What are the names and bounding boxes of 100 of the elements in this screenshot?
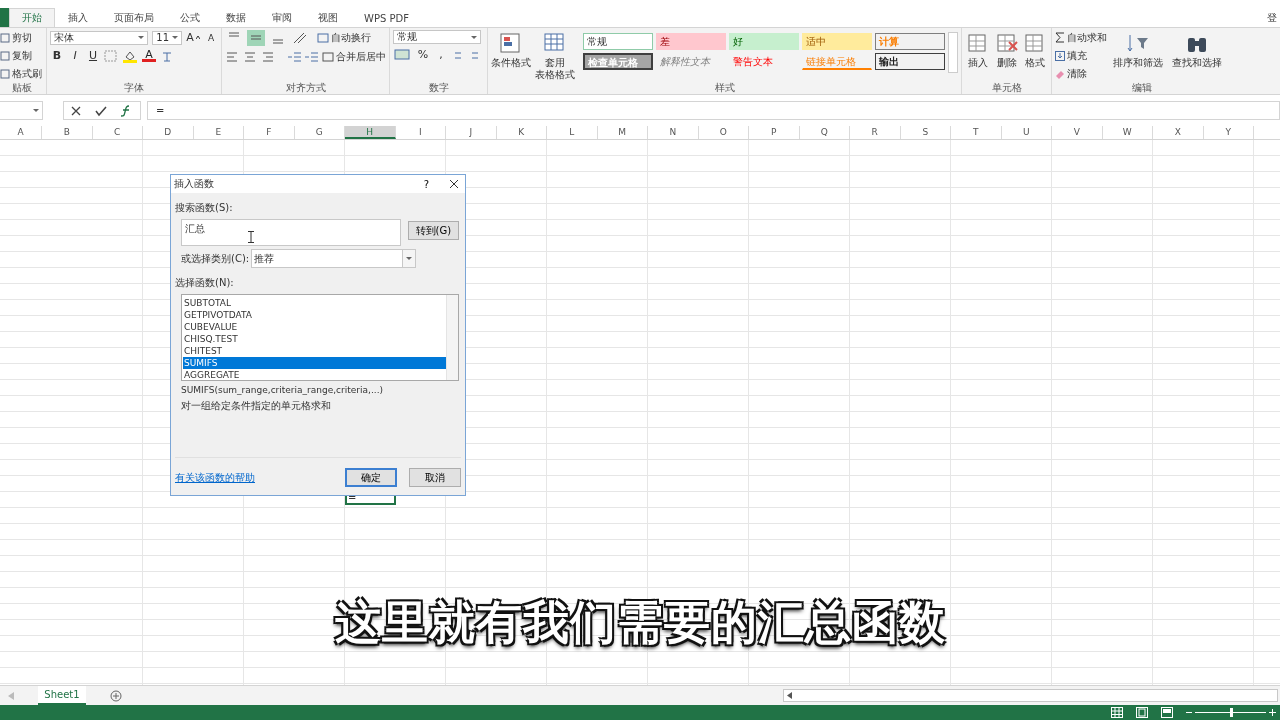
- list-scrollbar[interactable]: [446, 295, 458, 380]
- cell-style-option[interactable]: 常规: [582, 33, 653, 50]
- comma-button[interactable]: ,: [433, 47, 448, 62]
- add-sheet-icon[interactable]: [110, 689, 122, 702]
- column-header[interactable]: C: [92, 126, 143, 139]
- zoom-thumb[interactable]: [1229, 708, 1233, 717]
- grow-font-button[interactable]: A: [186, 30, 200, 45]
- column-header[interactable]: O: [698, 126, 749, 139]
- help-link[interactable]: 有关该函数的帮助: [175, 470, 255, 485]
- column-header[interactable]: K: [496, 126, 547, 139]
- cells-button[interactable]: 删除: [993, 30, 1020, 69]
- cell-style-option[interactable]: 适中: [801, 33, 872, 50]
- close-icon[interactable]: [449, 179, 459, 189]
- column-header[interactable]: J: [446, 126, 497, 139]
- conditional-format-button[interactable]: 条件格式: [491, 30, 532, 69]
- column-header[interactable]: L: [547, 126, 598, 139]
- column-header[interactable]: E: [193, 126, 244, 139]
- ok-button[interactable]: 确定: [345, 468, 397, 487]
- vertical-align-icon[interactable]: [247, 30, 265, 46]
- clipboard-button[interactable]: 格式刷: [0, 66, 43, 81]
- normal-view-icon[interactable]: [1111, 707, 1123, 718]
- font-size-field[interactable]: 11: [152, 30, 182, 45]
- function-item[interactable]: CHISQ.TEST: [183, 333, 446, 345]
- field-label: 选择函数(N):: [175, 276, 235, 290]
- ribbon-tab[interactable]: 审阅: [259, 8, 305, 27]
- underline-button[interactable]: U: [86, 48, 100, 63]
- horizontal-scrollbar[interactable]: [783, 689, 1278, 702]
- function-item[interactable]: CHITEST: [183, 345, 446, 357]
- ribbon-tab[interactable]: 公式: [167, 8, 213, 27]
- column-header[interactable]: V: [1052, 126, 1103, 139]
- table-format-button[interactable]: 套用 表格格式: [534, 30, 576, 81]
- column-header[interactable]: S: [900, 126, 951, 139]
- cell-style-option[interactable]: 警告文本: [728, 53, 799, 70]
- column-header[interactable]: U: [1001, 126, 1052, 139]
- italic-button[interactable]: I: [68, 48, 82, 63]
- formula-field[interactable]: =: [147, 101, 1280, 120]
- column-header[interactable]: M: [597, 126, 648, 139]
- function-item[interactable]: SUMIFS: [183, 357, 446, 369]
- column-header[interactable]: Y: [1203, 126, 1254, 139]
- number-format-field[interactable]: 常规: [393, 30, 481, 44]
- zoom-slider[interactable]: [1186, 707, 1276, 718]
- cell-style-option[interactable]: 解释性文本: [655, 53, 726, 70]
- font-name-field[interactable]: 宋体: [50, 30, 149, 45]
- wrap-text-button[interactable]: 自动换行: [317, 30, 371, 46]
- column-header[interactable]: H: [345, 126, 396, 139]
- previous-sheet-icon[interactable]: [8, 691, 14, 700]
- category-select[interactable]: 推荐: [251, 249, 417, 268]
- column-header[interactable]: R: [850, 126, 901, 139]
- sort-filter-button[interactable]: 排序和筛选: [1110, 30, 1166, 69]
- page-layout-icon[interactable]: [1136, 707, 1148, 718]
- shrink-font-button[interactable]: A: [204, 30, 218, 45]
- sheet-tab[interactable]: Sheet1: [38, 686, 86, 705]
- column-header[interactable]: F: [244, 126, 295, 139]
- clipboard-button[interactable]: 剪切: [0, 30, 43, 45]
- column-header[interactable]: Q: [799, 126, 850, 139]
- percent-button[interactable]: %: [415, 47, 430, 62]
- ribbon-tab[interactable]: 视图: [305, 8, 351, 27]
- cell-style-option[interactable]: 输出: [874, 53, 945, 70]
- ribbon-tab[interactable]: WPS PDF: [351, 8, 422, 27]
- check-icon[interactable]: [95, 104, 107, 117]
- clipboard-button[interactable]: 复制: [0, 48, 43, 63]
- gallery-scrollbar[interactable]: [947, 32, 958, 73]
- column-header[interactable]: A: [0, 126, 42, 139]
- ribbon-tab[interactable]: 插入: [55, 8, 101, 27]
- column-header[interactable]: D: [143, 126, 194, 139]
- scroll-left-icon[interactable]: [787, 692, 792, 699]
- function-item[interactable]: SUBTOTAL: [183, 297, 446, 309]
- cell-style-option[interactable]: 好: [728, 33, 799, 50]
- column-header[interactable]: B: [42, 126, 93, 139]
- cells-button[interactable]: 格式: [1022, 30, 1048, 69]
- merge-center-button[interactable]: 合并后居中: [322, 49, 386, 64]
- cells-button[interactable]: 插入: [965, 30, 991, 69]
- ribbon-tab[interactable]: 数据: [213, 8, 259, 27]
- column-header[interactable]: T: [951, 126, 1002, 139]
- go-button[interactable]: 转到(G): [407, 221, 459, 240]
- ribbon-tab[interactable]: 开始: [9, 8, 55, 27]
- bold-button[interactable]: B: [50, 48, 64, 63]
- help-button[interactable]: ?: [423, 178, 429, 190]
- search-field[interactable]: 汇总: [181, 219, 401, 246]
- font-color-button[interactable]: A: [142, 49, 156, 62]
- ribbon-tab[interactable]: 页面布局: [101, 8, 167, 27]
- name-box[interactable]: [0, 101, 43, 120]
- account-label[interactable]: 登: [1264, 11, 1280, 24]
- column-header[interactable]: I: [395, 126, 446, 139]
- autosum-button[interactable]: 自动求和: [1055, 30, 1107, 45]
- cancel-icon[interactable]: [70, 104, 83, 117]
- column-header[interactable]: N: [648, 126, 699, 139]
- function-item[interactable]: CUBEVALUE: [183, 321, 446, 333]
- page-break-icon[interactable]: [1161, 707, 1173, 718]
- clear-button[interactable]: 清除: [1055, 66, 1107, 81]
- column-header[interactable]: P: [749, 126, 800, 139]
- column-header[interactable]: W: [1102, 126, 1153, 139]
- function-item[interactable]: AGGREGATE: [183, 369, 446, 381]
- eraser-icon: [1055, 68, 1065, 79]
- function-item[interactable]: GETPIVOTDATA: [183, 309, 446, 321]
- column-header[interactable]: X: [1153, 126, 1204, 139]
- cell-style-option[interactable]: 差: [655, 33, 726, 50]
- cancel-button[interactable]: 取消: [409, 468, 461, 487]
- fill-button[interactable]: 填充: [1055, 48, 1107, 63]
- find-select-button[interactable]: 查找和选择: [1169, 30, 1225, 69]
